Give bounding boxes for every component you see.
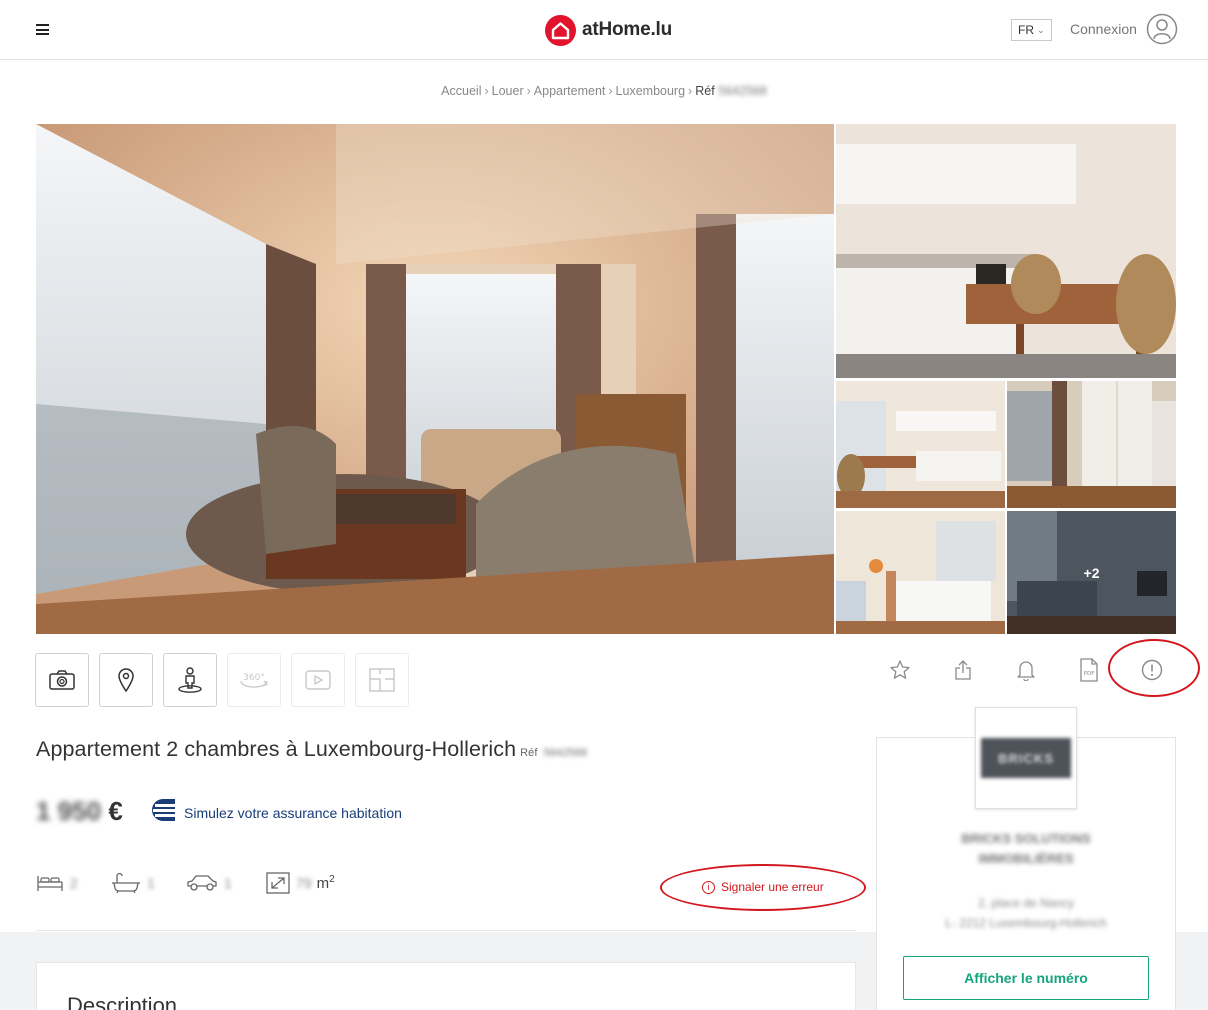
agent-address: 2, place de Nancy L- 2212 Luxembourg-Hol… — [876, 893, 1176, 933]
show-phone-button[interactable]: Afficher le numéro — [903, 956, 1149, 1000]
breadcrumb-apartment[interactable]: Appartement — [534, 84, 606, 98]
car-icon — [187, 875, 217, 891]
breadcrumb-home[interactable]: Accueil — [441, 84, 481, 98]
listing-ref-label: Réf — [520, 747, 538, 759]
breadcrumb-luxembourg[interactable]: Luxembourg — [616, 84, 686, 98]
agent-logo[interactable]: BRICKS — [975, 707, 1077, 809]
play-video-icon — [305, 670, 331, 690]
360-icon: 360° — [240, 673, 269, 688]
bathtub-icon — [112, 872, 140, 894]
listing-title-text: Appartement 2 chambres à Luxembourg-Holl… — [36, 737, 517, 761]
more-photos-count: +2 — [1007, 511, 1176, 634]
pdf-button[interactable]: PDF — [1076, 657, 1102, 683]
svg-text:PDF: PDF — [1084, 671, 1095, 677]
feature-bedrooms: 2 — [36, 870, 78, 896]
hamburger-menu-icon[interactable] — [36, 24, 49, 35]
360-view-button: 360° — [227, 653, 281, 707]
agent-name-line1: BRICKS SOLUTIONS — [961, 831, 1091, 846]
breadcrumb-ref-value: 5642568 — [718, 84, 767, 98]
surface-unit: m2 — [316, 874, 335, 892]
site-logo[interactable]: atHome.lu — [545, 14, 672, 46]
breadcrumb: Accueil › Louer › Appartement › Luxembourg › Réf… — [441, 84, 767, 98]
photo-gallery: +2 — [36, 124, 1176, 634]
share-icon — [955, 660, 971, 680]
info-circle-icon: i — [702, 880, 715, 894]
insurance-link[interactable]: Simulez votre assurance habitation — [149, 798, 402, 822]
agent-address-line2: L- 2212 Luxembourg-Hollerich — [945, 916, 1107, 930]
agent-name[interactable]: BRICKS SOLUTIONS IMMOBILIÈRES — [876, 829, 1176, 869]
photo-kitchen-wide[interactable] — [836, 381, 1005, 508]
breadcrumb-ref-label: Réf — [695, 84, 715, 98]
floor-plan-button — [355, 653, 409, 707]
map-pin-icon — [118, 668, 134, 693]
agent-address-line1: 2, place de Nancy — [977, 896, 1075, 910]
language-value: FR — [1018, 23, 1034, 37]
feature-bathrooms: 1 — [111, 870, 155, 896]
chevron-down-icon: ⌄ — [1037, 24, 1045, 35]
alert-button[interactable] — [1013, 657, 1039, 683]
listing-price: 1 950 € — [36, 796, 123, 827]
photo-kitchen[interactable] — [836, 124, 1176, 378]
description-title: Description — [67, 993, 178, 1010]
surface-area-icon — [266, 872, 290, 894]
share-button[interactable] — [950, 657, 976, 683]
photo-wardrobe[interactable] — [1007, 381, 1176, 508]
parking-value: 1 — [224, 875, 232, 891]
price-currency: € — [108, 796, 123, 826]
photo-more[interactable]: +2 — [1007, 511, 1176, 634]
report-error-link[interactable]: i Signaler une erreur — [702, 880, 824, 894]
language-select[interactable]: FR ⌄ — [1011, 19, 1052, 41]
star-icon — [890, 660, 910, 679]
price-amount: 1 950 — [36, 796, 102, 826]
house-logo-icon — [545, 14, 576, 46]
agent-logo-text: BRICKS — [981, 738, 1071, 778]
svg-text:360°: 360° — [243, 673, 265, 683]
listing-ref-value: 5642568 — [543, 747, 588, 759]
listing-title: Appartement 2 chambres à Luxembourg-Holl… — [36, 737, 587, 762]
photo-bedroom[interactable] — [836, 511, 1005, 634]
surface-value: 79 — [296, 875, 312, 891]
bedrooms-value: 2 — [70, 875, 78, 891]
floor-plan-icon — [369, 668, 395, 692]
exclamation-circle-icon — [1141, 659, 1163, 681]
map-button[interactable] — [99, 653, 153, 707]
report-error-text: Signaler une erreur — [721, 880, 824, 894]
street-view-icon — [178, 667, 202, 693]
section-divider — [36, 930, 856, 931]
description-card: Description — [36, 962, 856, 1010]
insurance-link-text: Simulez votre assurance habitation — [184, 805, 402, 821]
breadcrumb-rent[interactable]: Louer — [492, 84, 524, 98]
report-button[interactable] — [1139, 657, 1165, 683]
logo-text: atHome.lu — [582, 19, 673, 40]
video-button — [291, 653, 345, 707]
bell-icon — [1017, 661, 1035, 681]
site-header: atHome.lu FR ⌄ Connexion — [0, 0, 1208, 60]
bathrooms-value: 1 — [147, 875, 155, 891]
main-photo-living-room[interactable] — [36, 124, 834, 634]
user-icon[interactable] — [1146, 13, 1178, 45]
street-view-button[interactable] — [163, 653, 217, 707]
bed-icon — [37, 876, 63, 891]
camera-icon — [49, 670, 75, 690]
agent-name-line2: IMMOBILIÈRES — [978, 851, 1074, 866]
login-link[interactable]: Connexion — [1070, 21, 1137, 37]
feature-parking: 1 — [186, 870, 232, 896]
favorite-button[interactable] — [887, 657, 913, 683]
insurance-logo-icon — [152, 799, 175, 821]
photos-button[interactable] — [35, 653, 89, 707]
feature-surface: 79 m2 — [266, 870, 335, 896]
pdf-icon: PDF — [1080, 658, 1098, 682]
